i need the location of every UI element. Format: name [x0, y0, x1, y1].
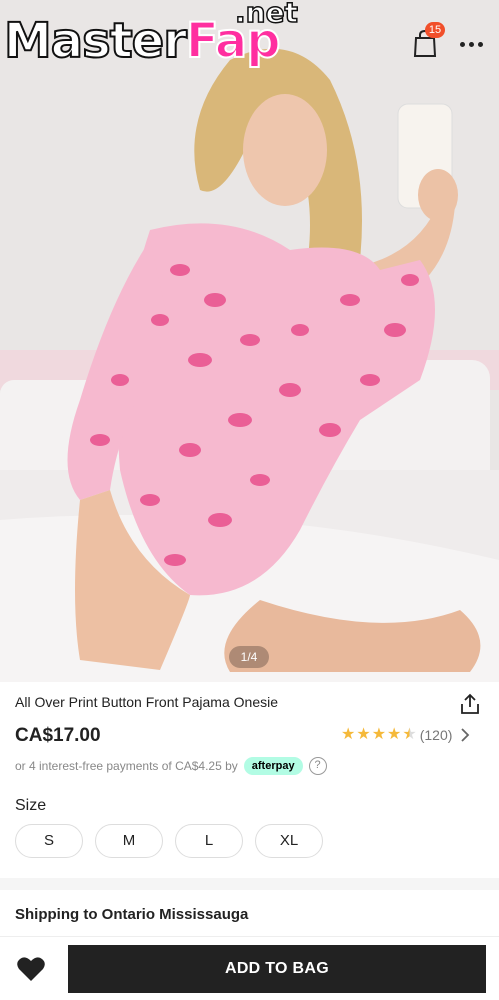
wishlist-button[interactable]: [16, 955, 46, 983]
add-to-bag-button[interactable]: ADD TO BAG: [68, 945, 486, 993]
bottom-action-bar: ADD TO BAG: [0, 936, 499, 1000]
star-icon: ★: [371, 726, 387, 743]
share-icon: [461, 693, 479, 714]
more-icon: [459, 41, 465, 47]
star-icon: ★: [356, 726, 371, 743]
watermark-text-suffix: .net: [234, 0, 298, 30]
product-price: CA$17.00: [15, 725, 101, 746]
watermark-text-main: Master: [3, 12, 188, 70]
help-icon[interactable]: ?: [308, 757, 327, 775]
review-count: (120): [419, 727, 453, 743]
product-title: All Over Print Button Front Pajama Onesi…: [15, 694, 278, 710]
size-option-l[interactable]: L: [175, 824, 243, 858]
cart-count-badge: 15: [425, 22, 445, 38]
star-icon: ★: [387, 726, 402, 743]
star-icon: ★: [341, 726, 356, 743]
gallery-pager: 1/4: [229, 646, 269, 668]
afterpay-badge: afterpay: [243, 757, 303, 775]
more-options-button[interactable]: [456, 36, 486, 52]
installment-info: or 4 interest-free payments of CA$4.25 b…: [15, 757, 327, 775]
heart-icon: [17, 957, 45, 981]
share-button[interactable]: [458, 692, 482, 716]
product-photo: [0, 0, 499, 682]
star-icon: ★: [402, 726, 417, 743]
shipping-destination[interactable]: Shipping to Ontario Mississauga: [15, 906, 248, 923]
rating-stars: ★ ★ ★ ★ ★: [341, 726, 417, 744]
chevron-right-icon: [461, 728, 470, 742]
size-options: S M L XL: [15, 824, 323, 858]
size-option-s[interactable]: S: [15, 824, 83, 858]
size-option-m[interactable]: M: [95, 824, 163, 858]
watermark-logo: Master Fap .net: [3, 0, 299, 72]
product-image[interactable]: Master Fap .net 15 1/4: [0, 0, 499, 682]
size-label: Size: [15, 797, 47, 814]
section-divider: [0, 878, 499, 890]
size-option-xl[interactable]: XL: [255, 824, 323, 858]
installment-text: or 4 interest-free payments of CA$4.25 b…: [15, 759, 238, 773]
rating-summary[interactable]: ★ ★ ★ ★ ★ (120): [341, 726, 470, 744]
